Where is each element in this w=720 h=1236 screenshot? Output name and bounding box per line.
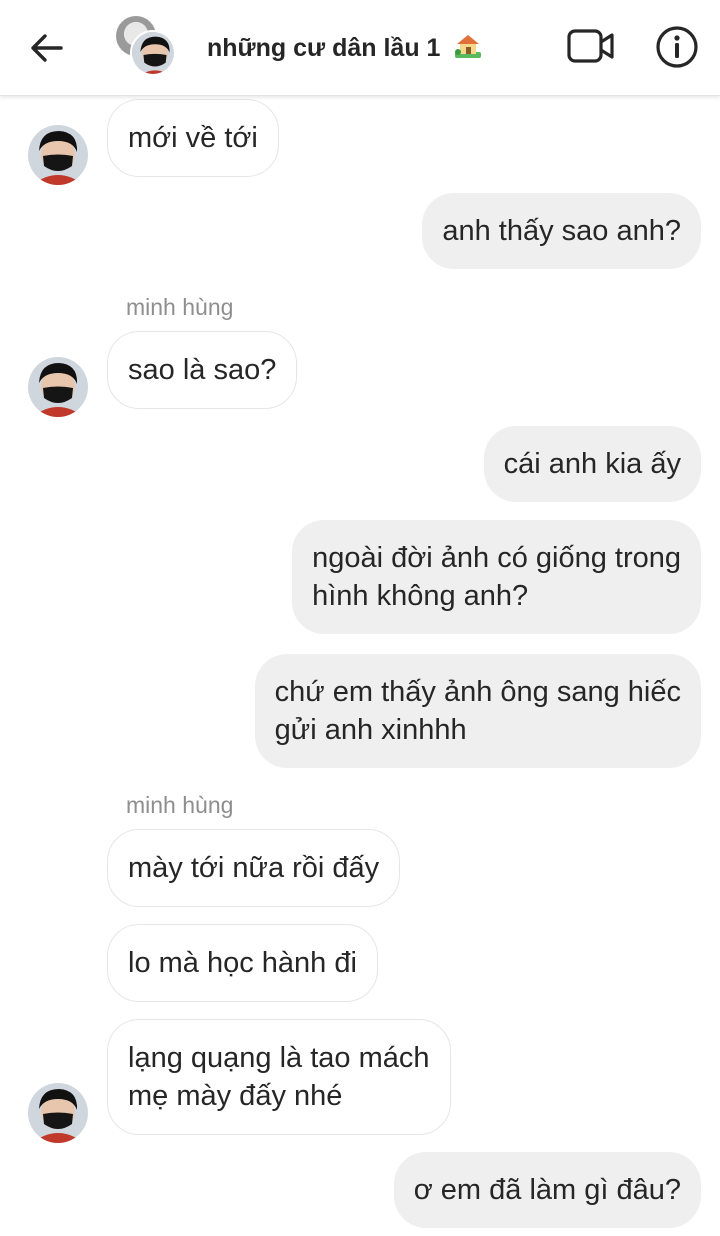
chat-header: những cư dân lầu 1 [0, 0, 720, 96]
message-bubble-incoming[interactable]: mày tới nữa rồi đấy [107, 829, 401, 907]
house-with-garden-icon [453, 30, 483, 70]
arrow-left-icon [31, 34, 63, 62]
message-text-line: mẹ mày đấy nhé [128, 1080, 343, 1112]
video-call-button[interactable] [566, 26, 616, 68]
conversation-title[interactable]: những cư dân lầu 1 [207, 30, 483, 70]
message-text-line: lạng quạng là tao mách [128, 1042, 430, 1074]
sender-name: minh hùng [126, 294, 234, 320]
message-text: anh thấy sao anh? [442, 215, 681, 247]
message-bubble-outgoing[interactable]: ngoài đời ảnh có giống trong hình không … [292, 520, 701, 634]
sender-avatar[interactable] [28, 357, 88, 417]
video-camera-icon [567, 29, 614, 63]
message-bubble-outgoing[interactable]: cái anh kia ấy [483, 426, 701, 502]
message-text-line: hình không anh? [312, 580, 529, 612]
message-text: mày tới nữa rồi đấy [128, 852, 380, 884]
message-bubble-outgoing[interactable]: anh thấy sao anh? [422, 193, 701, 269]
message-bubble-incoming[interactable]: mới về tới [107, 99, 279, 177]
sender-avatar[interactable] [28, 125, 88, 185]
conversation-title-text: những cư dân lầu 1 [207, 34, 441, 62]
message-text: sao là sao? [128, 354, 277, 386]
message-text: lo mà học hành đi [128, 947, 357, 979]
message-text: cái anh kia ấy [503, 448, 681, 480]
message-text: mới về tới [128, 122, 258, 154]
message-text-line: gửi anh xinhhh [274, 714, 467, 746]
sender-name: minh hùng [126, 792, 234, 818]
back-button[interactable] [26, 26, 66, 70]
info-button[interactable] [654, 24, 700, 70]
message-text-line: ngoài đời ảnh có giống trong [312, 542, 681, 574]
group-avatar[interactable] [116, 16, 180, 80]
message-bubble-incoming[interactable]: lo mà học hành đi [107, 924, 378, 1002]
message-bubble-outgoing[interactable]: chứ em thấy ảnh ông sang hiếc gửi anh xi… [254, 654, 701, 768]
message-bubble-incoming[interactable]: lạng quạng là tao mách mẹ mày đấy nhé [107, 1019, 451, 1135]
member-avatar-front [130, 30, 176, 76]
message-bubble-incoming[interactable]: sao là sao? [107, 331, 298, 409]
message-bubble-outgoing[interactable]: ơ em đã làm gì đâu? [393, 1152, 701, 1228]
message-text-line: chứ em thấy ảnh ông sang hiếc [274, 676, 681, 708]
message-text: ơ em đã làm gì đâu? [413, 1174, 681, 1206]
info-icon [656, 26, 698, 68]
sender-avatar[interactable] [28, 1083, 88, 1143]
